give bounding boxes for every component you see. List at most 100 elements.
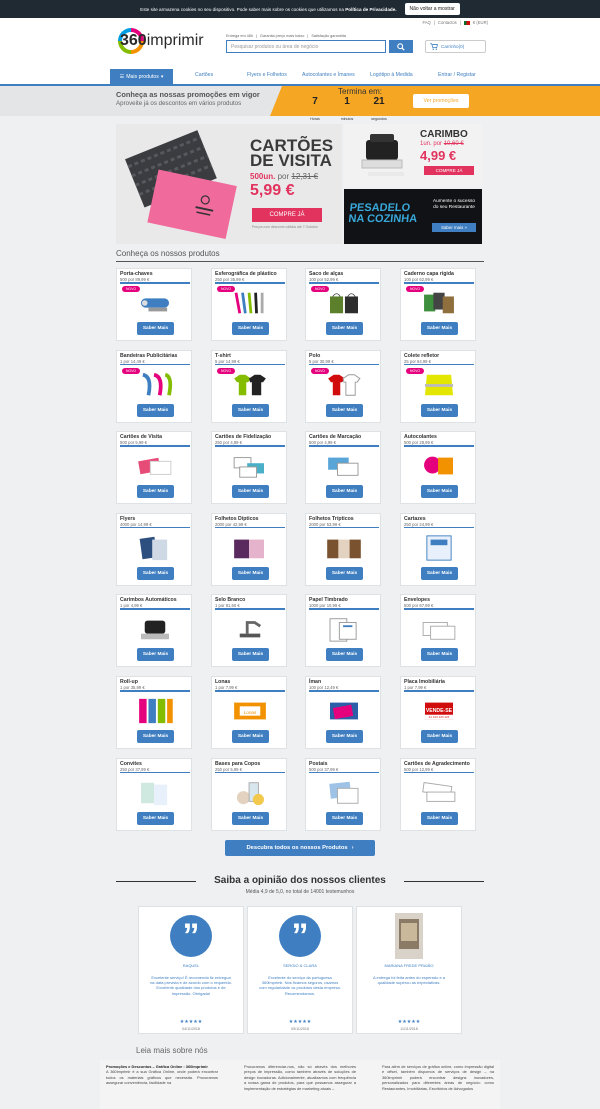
product-image[interactable] [229, 289, 271, 317]
nav-item-logotipo[interactable]: Logótipo à Medida [370, 72, 413, 78]
product-image[interactable] [323, 779, 365, 807]
benefit-satisfaction[interactable]: Satisfação garantida [311, 34, 346, 38]
product-card[interactable]: Lonas 1 por 7,99 € Lonas Saber Mais [211, 676, 287, 749]
saber-mais-button[interactable]: Saber Mais [232, 403, 269, 417]
saber-mais-button[interactable]: Saber Mais [421, 322, 458, 335]
saber-mais-button[interactable]: Saber Mais [232, 811, 269, 825]
saber-mais-button[interactable]: Saber Mais [137, 485, 174, 499]
saber-mais-button[interactable]: Saber Mais [232, 730, 269, 743]
product-card[interactable]: Envelopes 500 por 67,99 € Saber Mais [400, 594, 476, 668]
saber-mais-button[interactable]: Saber Mais [232, 322, 269, 335]
site-logo[interactable]: 360imprimir [118, 28, 204, 54]
product-card[interactable]: Caderno capa rígida 100 por 62,99 € NOVO Sa… [400, 268, 476, 341]
product-card[interactable]: Placa Imobiliária 1 por 7,99 € VENDE-SE 21 … [400, 676, 476, 749]
product-card[interactable]: Flyers 4000 por 14,99 € Saber Mais [116, 512, 192, 586]
product-card[interactable]: Folhetos Trípticos 2000 por 53,99 € Saber … [305, 512, 381, 586]
pesadelo-more-button[interactable]: Saber mais » [432, 223, 476, 232]
cart-button[interactable]: Carrinho(0) [425, 40, 486, 53]
saber-mais-button[interactable]: Saber Mais [326, 322, 363, 335]
faq-link[interactable]: FAQ [422, 20, 430, 25]
product-image[interactable] [134, 289, 176, 317]
saber-mais-button[interactable]: Saber Mais [326, 648, 363, 662]
saber-mais-button[interactable]: Saber Mais [137, 648, 174, 662]
saber-mais-button[interactable]: Saber Mais [421, 730, 458, 743]
saber-mais-button[interactable]: Saber Mais [326, 485, 363, 499]
product-image[interactable]: VENDE-SE21 123 123 123 [418, 697, 460, 725]
see-promotions-button[interactable]: Ver promoções [413, 94, 469, 108]
product-card[interactable]: Cartões de Agradecimento 500 por 12,99 € S… [400, 757, 476, 831]
product-image[interactable] [134, 779, 176, 807]
saber-mais-button[interactable]: Saber Mais [421, 811, 458, 825]
banner-pesadelo-cozinha[interactable]: PESADELO NA COZINHA Aumente o sucesso do … [344, 189, 482, 244]
product-card[interactable]: Cartões de Visita 500 por 5,99 € Saber Mai… [116, 431, 192, 505]
search-input[interactable]: Pesquisar produtos ou área de negócio [226, 40, 386, 53]
saber-mais-button[interactable]: Saber Mais [137, 322, 174, 335]
carimbo-buy-button[interactable]: COMPRE JÁ [424, 166, 474, 175]
saber-mais-button[interactable]: Saber Mais [326, 730, 363, 743]
product-image[interactable] [418, 615, 460, 643]
product-image[interactable]: Lonas [229, 697, 271, 725]
product-card[interactable]: Porta-chaves 500 por 89,99 € NOVO Saber Mai… [116, 268, 192, 341]
product-card[interactable]: Autocolantes 500 por 28,99 € Saber Mais [400, 431, 476, 505]
saber-mais-button[interactable]: Saber Mais [421, 566, 458, 580]
product-image[interactable] [134, 371, 176, 399]
product-image[interactable] [323, 534, 365, 562]
saber-mais-button[interactable]: Saber Mais [326, 566, 363, 580]
product-image[interactable] [323, 615, 365, 643]
saber-mais-button[interactable]: Saber Mais [232, 648, 269, 662]
banner-carimbo[interactable]: CARIMBO 1un. por 10,60 € 4,99 € COMPRE J… [344, 124, 482, 186]
benefit-price[interactable]: Garantia preço mais baixo [260, 34, 304, 38]
portugal-flag-icon[interactable] [463, 20, 470, 25]
contactos-link[interactable]: Contactos [438, 20, 457, 25]
product-card[interactable]: Polo 5 por 30,99 € NOVO Saber Mais [305, 349, 381, 423]
product-card[interactable]: Bases para Copos 250 por 5,99 € Saber Mais [211, 757, 287, 831]
product-image[interactable] [323, 452, 365, 480]
nav-item-cartoes[interactable]: Cartões [195, 72, 213, 78]
saber-mais-button[interactable]: Saber Mais [326, 811, 363, 825]
product-image[interactable] [229, 615, 271, 643]
product-image[interactable] [229, 452, 271, 480]
benefit-delivery[interactable]: Entrega em 48h [226, 34, 253, 38]
product-card[interactable]: Convites 250 por 37,99 € Saber Mais [116, 757, 192, 831]
nav-item-flyers[interactable]: Flyers e Folhetos [247, 72, 287, 78]
hero-business-cards[interactable]: CARTÕES DE VISITA 500un. por 12,31 € 5,99… [116, 124, 342, 244]
product-image[interactable] [418, 371, 460, 399]
product-image[interactable] [323, 371, 365, 399]
product-card[interactable]: Selo Branco 1 por 81,50 € Saber Mais [211, 594, 287, 668]
cookie-dismiss-button[interactable]: Não voltar a mostrar [404, 3, 460, 15]
saber-mais-button[interactable]: Saber Mais [137, 811, 174, 825]
product-card[interactable]: Esferográfica de plástico 250 por 35,99 €… [211, 268, 287, 341]
saber-mais-button[interactable]: Saber Mais [421, 403, 458, 417]
product-card[interactable]: Cartões de Fidelização 250 por 4,99 € Sabe… [211, 431, 287, 505]
product-image[interactable] [418, 534, 460, 562]
saber-mais-button[interactable]: Saber Mais [232, 566, 269, 580]
product-image[interactable] [134, 697, 176, 725]
search-button[interactable] [389, 40, 413, 53]
product-card[interactable]: Folhetos Dípticos 2000 por 42,99 € Saber M… [211, 512, 287, 586]
saber-mais-button[interactable]: Saber Mais [137, 403, 174, 417]
hero-buy-button[interactable]: COMPRE JÁ [252, 208, 322, 222]
saber-mais-button[interactable]: Saber Mais [421, 485, 458, 499]
product-image[interactable] [134, 534, 176, 562]
product-card[interactable]: Papel Timbrado 1000 por 10,99 € Saber Mais [305, 594, 381, 668]
product-card[interactable]: Colete refletor 25 por 64,99 € NOVO Saber M… [400, 349, 476, 423]
product-card[interactable]: T-shirt 5 por 14,99 € NOVO Saber Mais [211, 349, 287, 423]
login-link[interactable]: Entrar / Registar [438, 72, 476, 78]
product-image[interactable] [229, 371, 271, 399]
currency-selector[interactable]: € (EUR) [473, 20, 488, 25]
product-image[interactable] [418, 289, 460, 317]
saber-mais-button[interactable]: Saber Mais [326, 403, 363, 417]
product-card[interactable]: Bandeiras Publicitárias 1 por 14,49 € NOVO… [116, 349, 192, 423]
product-image[interactable] [134, 452, 176, 480]
product-image[interactable] [323, 289, 365, 317]
product-image[interactable] [323, 697, 365, 725]
product-card[interactable]: Carimbos Automáticos 1 por 4,99 € Saber Ma… [116, 594, 192, 668]
product-card[interactable]: Postais 500 por 37,99 € Saber Mais [305, 757, 381, 831]
saber-mais-button[interactable]: Saber Mais [232, 485, 269, 499]
product-image[interactable] [229, 534, 271, 562]
nav-item-autocolantes[interactable]: Autocolantes e Ímanes [302, 72, 355, 78]
saber-mais-button[interactable]: Saber Mais [137, 566, 174, 580]
product-image[interactable] [229, 779, 271, 807]
product-image[interactable] [134, 615, 176, 643]
privacy-policy-link[interactable]: Política de Privacidade. [345, 7, 396, 12]
